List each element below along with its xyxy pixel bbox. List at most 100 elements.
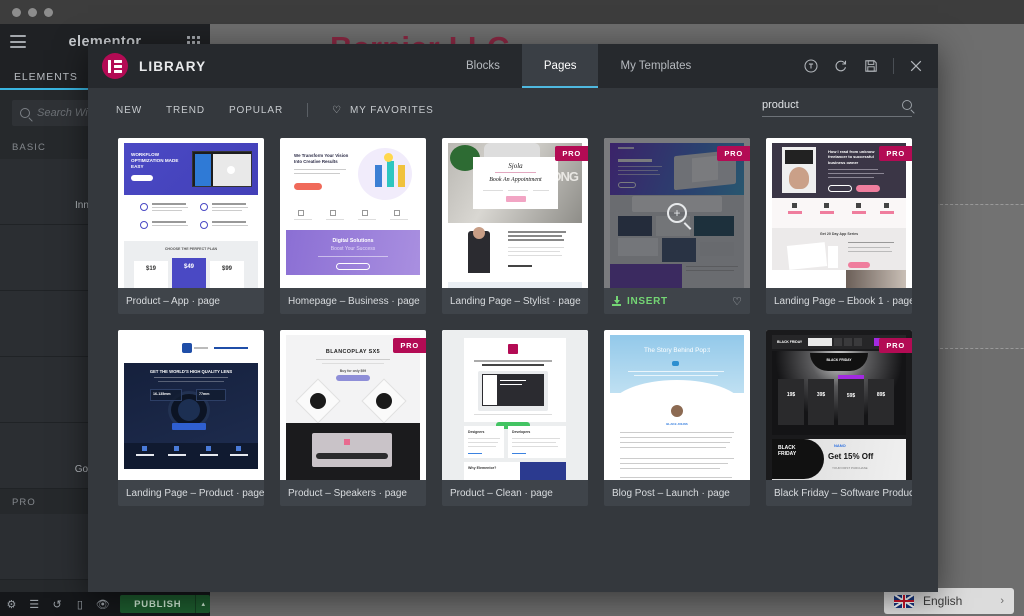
thumb-hero-heading: GET THE WORLD'S HIGH QUALITY LENS: [149, 369, 233, 374]
app-root: Bernier LLC elementor ELEMENTS Search Wi…: [0, 0, 1024, 616]
template-card[interactable]: GET THE WORLD'S HIGH QUALITY LENS 16-135…: [118, 330, 264, 506]
menu-icon[interactable]: [10, 35, 26, 48]
library-search-input[interactable]: [762, 99, 882, 111]
template-title: Product – App · page: [126, 295, 220, 307]
thumb-section-heading: CHOOSE THE PERFECT PLAN: [164, 247, 218, 251]
pro-badge: PRO: [393, 338, 426, 353]
action-divider: [893, 58, 894, 74]
close-icon[interactable]: [908, 58, 924, 74]
pro-badge: PRO: [879, 338, 912, 353]
filter-new[interactable]: NEW: [116, 105, 142, 116]
filter-divider: [307, 103, 309, 117]
library-filters: NEW TREND POPULAR ♡ MY FAVORITES: [88, 88, 938, 132]
search-icon: [20, 108, 30, 118]
preview-icon[interactable]: 👁: [91, 598, 114, 611]
thumb-hero-heading: The Story Behind Pop:t: [643, 347, 711, 354]
insert-label: INSERT: [627, 295, 668, 307]
thumb-price: 89$: [876, 392, 886, 398]
template-title: Black Friday – Software Product S...: [774, 487, 912, 499]
tab-my-templates[interactable]: My Templates: [598, 44, 713, 88]
tab-blocks[interactable]: Blocks: [444, 44, 522, 88]
thumb-hero-label: BLACK FRIDAY: [826, 358, 852, 362]
maximize-window-dot[interactable]: [44, 8, 53, 17]
filter-trend[interactable]: TREND: [166, 105, 205, 116]
save-icon[interactable]: [863, 58, 879, 74]
layers-icon[interactable]: ☰: [23, 598, 46, 611]
template-card[interactable]: The Story Behind Pop:t BLAKE JOHNS Blog …: [604, 330, 750, 506]
template-thumbnail[interactable]: Designers Developers Why Elementor?: [442, 330, 588, 480]
publish-options-arrow[interactable]: ▴: [195, 595, 210, 613]
template-card-actions: INSERT ♡: [604, 288, 750, 314]
template-thumbnail[interactable]: The Story Behind Pop:t BLAKE JOHNS: [604, 330, 750, 480]
download-icon: [612, 296, 621, 306]
template-title: Landing Page – Product · page: [126, 487, 264, 499]
thumb-caption: [191, 433, 192, 437]
template-card[interactable]: PRO BLANCOPLAY SX5 Buy for only $99 Prod…: [280, 330, 426, 506]
canvas-dropzone[interactable]: [935, 204, 1024, 349]
template-title: Landing Page – Stylist · page: [450, 295, 581, 307]
insert-button[interactable]: INSERT: [612, 296, 668, 307]
template-card[interactable]: Designers Developers Why Elementor? Prod…: [442, 330, 588, 506]
thumb-band-heading: Digital Solutions: [332, 238, 374, 244]
language-label: English: [923, 594, 963, 608]
thumb-nav-label: BLACK FRIDAY: [777, 340, 803, 344]
template-thumbnail[interactable]: We Transform Your Vision Into Creative R…: [280, 138, 426, 288]
template-card[interactable]: PRO BLACK FRIDAY BLACK FRIDAY 19$ 39$ 59…: [766, 330, 912, 506]
uk-flag-icon: [894, 594, 914, 608]
info-icon[interactable]: [803, 58, 819, 74]
thumb-hero-heading: We Transform Your Vision Into Creative R…: [294, 153, 349, 164]
settings-icon[interactable]: ⚙: [0, 598, 23, 611]
template-card[interactable]: PRO How I read from unknow freelancer to…: [766, 138, 912, 314]
thumb-section-heading: Get 20 Day App Series: [819, 232, 859, 236]
thumb-price: 19$: [786, 392, 796, 398]
thumb-col-heading: Designers: [468, 430, 485, 434]
pro-badge: PRO: [555, 146, 588, 161]
tab-pages[interactable]: Pages: [521, 44, 599, 88]
favorite-heart-icon[interactable]: ♡: [732, 295, 742, 308]
library-title: LIBRARY: [139, 58, 207, 74]
thumb-banner-sub: YOUR FIRST PURCHASE: [832, 466, 868, 470]
template-thumbnail[interactable]: WORKFLOW OPTIMIZATION MADE EASY CHOOSE T…: [118, 138, 264, 288]
elementor-logo-icon: [102, 53, 128, 79]
filter-my-favorites[interactable]: ♡ MY FAVORITES: [332, 105, 434, 116]
thumb-price: $99: [221, 266, 232, 272]
tab-elements[interactable]: ELEMENTS: [0, 71, 210, 90]
template-title: Landing Page – Ebook 1 · page: [774, 295, 912, 307]
os-title-bar: [0, 0, 1024, 24]
window-controls[interactable]: [12, 8, 53, 17]
thumb-spec: 16-135mm: [153, 392, 171, 396]
thumb-hero-button: [131, 175, 153, 181]
thumb-section-heading: Why Elementor?: [468, 466, 497, 470]
thumb-banner-offer: Get 15% Off: [828, 452, 874, 461]
template-card[interactable]: WORKFLOW OPTIMIZATION MADE EASY CHOOSE T…: [118, 138, 264, 314]
template-card-hovered[interactable]: PRO + INSERT ♡: [604, 138, 750, 314]
thumb-sub: Buy for only $99: [339, 369, 367, 373]
sync-icon[interactable]: [833, 58, 849, 74]
close-window-dot[interactable]: [12, 8, 21, 17]
template-card[interactable]: We Transform Your Vision Into Creative R…: [280, 138, 426, 314]
template-title: Product – Speakers · page: [288, 487, 407, 499]
library-header: LIBRARY Blocks Pages My Templates: [88, 44, 938, 88]
thumb-col-heading: Developers: [512, 430, 531, 434]
thumb-banner-brand: NANO: [834, 443, 846, 448]
publish-button[interactable]: PUBLISH: [120, 595, 196, 613]
magnifier-plus-icon[interactable]: [667, 203, 687, 223]
history-icon[interactable]: ↺: [46, 598, 69, 611]
library-actions: [803, 44, 924, 88]
responsive-icon[interactable]: ▯: [68, 598, 91, 611]
template-card[interactable]: PRO BELONG Sjola Book An Appointment: [442, 138, 588, 314]
library-tabs: Blocks Pages My Templates: [444, 44, 713, 88]
panel-footer: ⚙ ☰ ↺ ▯ 👁 PUBLISH ▴: [0, 592, 210, 616]
template-thumbnail[interactable]: GET THE WORLD'S HIGH QUALITY LENS 16-135…: [118, 330, 264, 480]
library-search[interactable]: [762, 99, 912, 117]
filter-popular[interactable]: POPULAR: [229, 105, 283, 116]
chevron-right-icon: ›: [1000, 595, 1004, 607]
thumb-spec: 77mm: [199, 392, 210, 396]
thumb-price: $19: [145, 266, 156, 272]
pro-badge: PRO: [717, 146, 750, 161]
thumb-hero-heading: Book An Appointment: [489, 177, 542, 183]
thumb-brand: Sjola: [508, 162, 523, 170]
minimize-window-dot[interactable]: [28, 8, 37, 17]
search-icon: [902, 100, 912, 110]
template-title: Product – Clean · page: [450, 487, 553, 499]
